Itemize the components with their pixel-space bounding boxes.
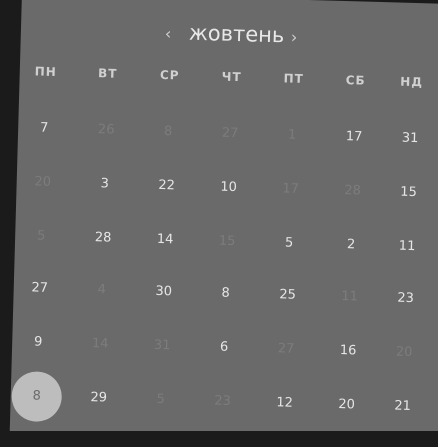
day-cell[interactable]: 31	[142, 333, 183, 358]
day-cell[interactable]: 28	[83, 226, 124, 251]
day-cell[interactable]: 28	[332, 179, 373, 204]
day-cell[interactable]: 12	[264, 391, 305, 416]
day-cell[interactable]: 10	[208, 175, 249, 200]
day-cell[interactable]: 16	[328, 339, 369, 364]
day-cell[interactable]: 15	[207, 229, 248, 254]
day-cell[interactable]: 4	[81, 278, 122, 303]
day-cell[interactable]: 27	[19, 276, 60, 301]
day-cell[interactable]: 17	[334, 125, 375, 150]
day-cell[interactable]: 8	[205, 281, 246, 306]
day-cell[interactable]: 11	[329, 285, 370, 310]
day-cell[interactable]: 5	[140, 387, 181, 412]
day-cell[interactable]: 14	[145, 228, 186, 253]
day-cell[interactable]: 29	[78, 386, 119, 411]
day-cell[interactable]: 3	[84, 172, 125, 197]
day-cell[interactable]: 23	[385, 286, 426, 311]
day-cell[interactable]: 6	[204, 335, 245, 360]
day-cell[interactable]: 1	[272, 123, 313, 148]
selected-day[interactable]: 8	[11, 370, 63, 423]
bottom-bar	[0, 431, 438, 447]
day-cell[interactable]: 20	[326, 393, 367, 418]
day-cell[interactable]: 23	[202, 389, 243, 414]
calendar-panel: ‹ жовтень › ПН ВТ СР ЧТ ПТ СБ НД 7 26 8 27 1 17 31 20…	[9, 0, 438, 445]
day-cell[interactable]: 27	[266, 337, 307, 362]
day-cell[interactable]: 20	[384, 340, 425, 365]
day-cell[interactable]: 5	[21, 224, 62, 249]
day-cell[interactable]: 22	[146, 174, 187, 199]
day-cell[interactable]: 21	[382, 394, 423, 419]
day-cell[interactable]: 20	[22, 170, 63, 195]
day-grid: 7 26 8 27 1 17 31 20 3 22 10 17 28 15 5 28 14 15 5 2 11 27 4 30…	[10, 0, 438, 444]
day-cell[interactable]: 30	[143, 280, 184, 305]
day-cell[interactable]: 5	[269, 231, 310, 256]
day-cell[interactable]: 25	[267, 283, 308, 308]
day-cell[interactable]: 26	[86, 118, 127, 143]
day-cell[interactable]: 2	[331, 233, 372, 258]
day-cell[interactable]: 11	[387, 234, 428, 259]
day-cell[interactable]: 14	[80, 332, 121, 357]
screen: ‹ жовтень › ПН ВТ СР ЧТ ПТ СБ НД 7 26 8 27 1 17 31 20…	[0, 0, 438, 447]
day-cell[interactable]: 31	[390, 126, 431, 151]
day-cell[interactable]: 17	[270, 177, 311, 202]
day-cell[interactable]: 8	[148, 120, 189, 145]
day-cell[interactable]: 15	[388, 180, 429, 205]
day-cell[interactable]: 9	[18, 330, 59, 355]
day-cell[interactable]: 7	[24, 116, 65, 141]
day-cell[interactable]: 27	[210, 121, 251, 146]
